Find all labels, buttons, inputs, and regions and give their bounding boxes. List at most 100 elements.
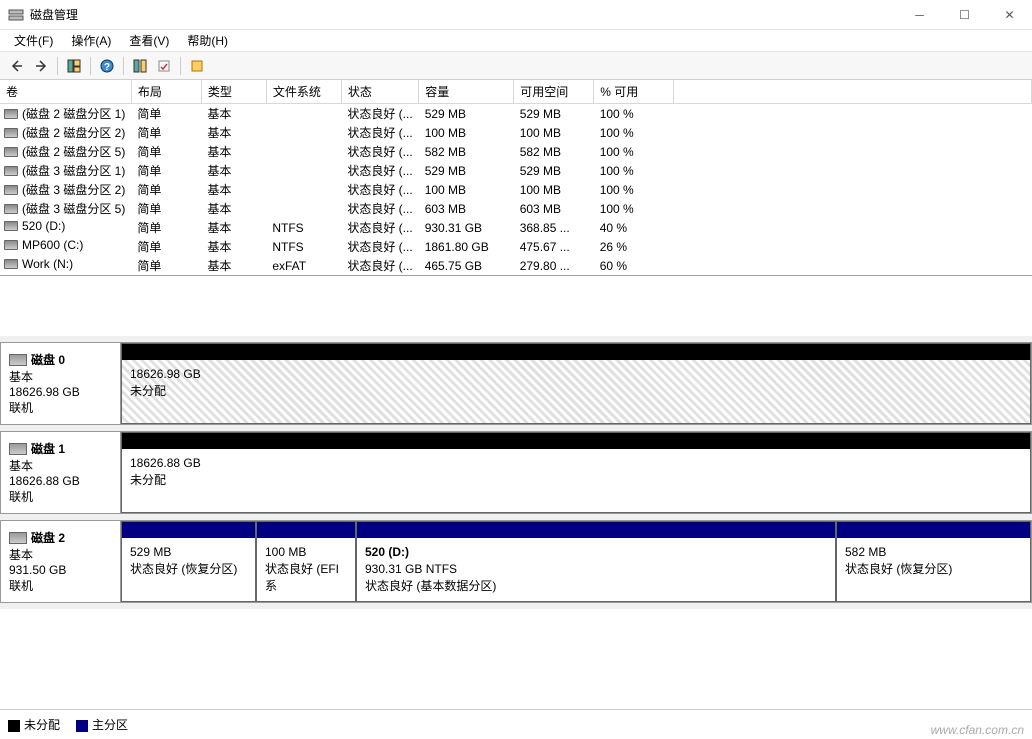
maximize-button[interactable]: ☐ bbox=[942, 0, 987, 30]
disk-name: 磁盘 2 bbox=[31, 529, 65, 546]
partition-size: 582 MB bbox=[845, 544, 1022, 561]
disk-info[interactable]: 磁盘 2基本931.50 GB联机 bbox=[0, 520, 120, 603]
volume-icon bbox=[4, 185, 18, 195]
view-button[interactable] bbox=[63, 55, 85, 77]
help-button[interactable]: ? bbox=[96, 55, 118, 77]
partition-status: 未分配 bbox=[130, 472, 1022, 489]
disk-partitions: 18626.88 GB未分配 bbox=[120, 431, 1032, 514]
toolbar: ? bbox=[0, 52, 1032, 80]
partition[interactable]: 18626.98 GB未分配 bbox=[121, 343, 1031, 424]
partition[interactable]: 520 (D:)930.31 GB NTFS状态良好 (基本数据分区) bbox=[356, 521, 836, 602]
main-content: 卷布局类型文件系统状态容量可用空间% 可用 (磁盘 2 磁盘分区 1)简单基本状… bbox=[0, 80, 1032, 709]
legend-unallocated: 未分配 bbox=[8, 716, 60, 733]
volume-row[interactable]: (磁盘 2 磁盘分区 5)简单基本状态良好 (...582 MB582 MB10… bbox=[0, 142, 1032, 161]
properties-button[interactable] bbox=[186, 55, 208, 77]
disk-row: 磁盘 0基本18626.98 GB联机18626.98 GB未分配 bbox=[0, 342, 1032, 431]
disk-name: 磁盘 1 bbox=[31, 440, 65, 457]
menu-view[interactable]: 查看(V) bbox=[121, 30, 177, 51]
volume-list: 卷布局类型文件系统状态容量可用空间% 可用 (磁盘 2 磁盘分区 1)简单基本状… bbox=[0, 80, 1032, 276]
volume-row[interactable]: (磁盘 3 磁盘分区 2)简单基本状态良好 (...100 MB100 MB10… bbox=[0, 180, 1032, 199]
disk-icon bbox=[9, 443, 27, 455]
volume-icon bbox=[4, 204, 18, 214]
menubar: 文件(F) 操作(A) 查看(V) 帮助(H) bbox=[0, 30, 1032, 52]
window-title: 磁盘管理 bbox=[30, 6, 78, 23]
disk-partitions: 529 MB状态良好 (恢复分区)100 MB状态良好 (EFI 系520 (D… bbox=[120, 520, 1032, 603]
disk-type: 基本 bbox=[9, 368, 112, 385]
partition-title: 520 (D:) bbox=[365, 544, 827, 561]
column-header-capacity[interactable]: 容量 bbox=[419, 80, 514, 104]
volume-row[interactable]: (磁盘 2 磁盘分区 2)简单基本状态良好 (...100 MB100 MB10… bbox=[0, 123, 1032, 142]
volume-name: (磁盘 2 磁盘分区 1) bbox=[22, 105, 125, 122]
partition-status: 状态良好 (恢复分区) bbox=[130, 561, 247, 578]
legend-primary: 主分区 bbox=[76, 716, 128, 733]
volume-name: (磁盘 3 磁盘分区 1) bbox=[22, 162, 125, 179]
volume-icon bbox=[4, 128, 18, 138]
menu-help[interactable]: 帮助(H) bbox=[179, 30, 236, 51]
app-icon bbox=[8, 7, 24, 23]
volume-icon bbox=[4, 147, 18, 157]
disk-type: 基本 bbox=[9, 457, 112, 474]
disk-size: 931.50 GB bbox=[9, 563, 112, 577]
partition-size: 100 MB bbox=[265, 544, 347, 561]
refresh-button[interactable] bbox=[153, 55, 175, 77]
partition-size: 18626.88 GB bbox=[130, 455, 1022, 472]
column-header-layout[interactable]: 布局 bbox=[131, 80, 201, 104]
titlebar: 磁盘管理 ─ ☐ ✕ bbox=[0, 0, 1032, 30]
partition-status: 状态良好 (EFI 系 bbox=[265, 561, 347, 595]
svg-text:?: ? bbox=[104, 62, 110, 73]
disk-info[interactable]: 磁盘 0基本18626.98 GB联机 bbox=[0, 342, 120, 425]
column-header-type[interactable]: 类型 bbox=[201, 80, 266, 104]
column-header-fs[interactable]: 文件系统 bbox=[266, 80, 341, 104]
volume-icon bbox=[4, 166, 18, 176]
volume-row[interactable]: (磁盘 3 磁盘分区 1)简单基本状态良好 (...529 MB529 MB10… bbox=[0, 161, 1032, 180]
column-header-status[interactable]: 状态 bbox=[341, 80, 418, 104]
forward-button[interactable] bbox=[30, 55, 52, 77]
disk-status: 联机 bbox=[9, 399, 112, 416]
disk-info[interactable]: 磁盘 1基本18626.88 GB联机 bbox=[0, 431, 120, 514]
volume-name: (磁盘 2 磁盘分区 2) bbox=[22, 124, 125, 141]
partition-status: 未分配 bbox=[130, 383, 1022, 400]
partition-size: 930.31 GB NTFS bbox=[365, 561, 827, 578]
partition-size: 18626.98 GB bbox=[130, 366, 1022, 383]
minimize-button[interactable]: ─ bbox=[897, 0, 942, 30]
disk-status: 联机 bbox=[9, 577, 112, 594]
volume-name: Work (N:) bbox=[22, 257, 73, 271]
volume-icon bbox=[4, 221, 18, 231]
volume-row[interactable]: 520 (D:)简单基本NTFS状态良好 (...930.31 GB368.85… bbox=[0, 218, 1032, 237]
disk-size: 18626.88 GB bbox=[9, 474, 112, 488]
disk-partitions: 18626.98 GB未分配 bbox=[120, 342, 1032, 425]
volume-name: MP600 (C:) bbox=[22, 238, 83, 252]
volume-icon bbox=[4, 240, 18, 250]
disk-name: 磁盘 0 bbox=[31, 351, 65, 368]
volume-row[interactable]: (磁盘 3 磁盘分区 5)简单基本状态良好 (...603 MB603 MB10… bbox=[0, 199, 1032, 218]
partition[interactable]: 100 MB状态良好 (EFI 系 bbox=[256, 521, 356, 602]
column-header-volume[interactable]: 卷 bbox=[0, 80, 131, 104]
column-header-free[interactable]: 可用空间 bbox=[514, 80, 594, 104]
volume-name: 520 (D:) bbox=[22, 219, 65, 233]
disk-icon bbox=[9, 354, 27, 366]
settings-button[interactable] bbox=[129, 55, 151, 77]
menu-action[interactable]: 操作(A) bbox=[63, 30, 119, 51]
column-header-pctfree[interactable]: % 可用 bbox=[594, 80, 674, 104]
volume-row[interactable]: (磁盘 2 磁盘分区 1)简单基本状态良好 (...529 MB529 MB10… bbox=[0, 104, 1032, 124]
disk-icon bbox=[9, 532, 27, 544]
volume-row[interactable]: MP600 (C:)简单基本NTFS状态良好 (...1861.80 GB475… bbox=[0, 237, 1032, 256]
volume-icon bbox=[4, 109, 18, 119]
back-button[interactable] bbox=[6, 55, 28, 77]
partition[interactable]: 582 MB状态良好 (恢复分区) bbox=[836, 521, 1031, 602]
volume-name: (磁盘 2 磁盘分区 5) bbox=[22, 143, 125, 160]
disk-row: 磁盘 1基本18626.88 GB联机18626.88 GB未分配 bbox=[0, 431, 1032, 520]
volume-name: (磁盘 3 磁盘分区 2) bbox=[22, 181, 125, 198]
close-button[interactable]: ✕ bbox=[987, 0, 1032, 30]
partition-status: 状态良好 (恢复分区) bbox=[845, 561, 1022, 578]
partition-size: 529 MB bbox=[130, 544, 247, 561]
legend: 未分配 主分区 www.cfan.com.cn bbox=[0, 709, 1032, 739]
partition[interactable]: 529 MB状态良好 (恢复分区) bbox=[121, 521, 256, 602]
disk-panels: 磁盘 0基本18626.98 GB联机18626.98 GB未分配磁盘 1基本1… bbox=[0, 336, 1032, 609]
disk-row: 磁盘 2基本931.50 GB联机529 MB状态良好 (恢复分区)100 MB… bbox=[0, 520, 1032, 609]
menu-file[interactable]: 文件(F) bbox=[6, 30, 61, 51]
partition[interactable]: 18626.88 GB未分配 bbox=[121, 432, 1031, 513]
partition-status: 状态良好 (基本数据分区) bbox=[365, 578, 827, 595]
disk-size: 18626.98 GB bbox=[9, 385, 112, 399]
volume-row[interactable]: Work (N:)简单基本exFAT状态良好 (...465.75 GB279.… bbox=[0, 256, 1032, 275]
